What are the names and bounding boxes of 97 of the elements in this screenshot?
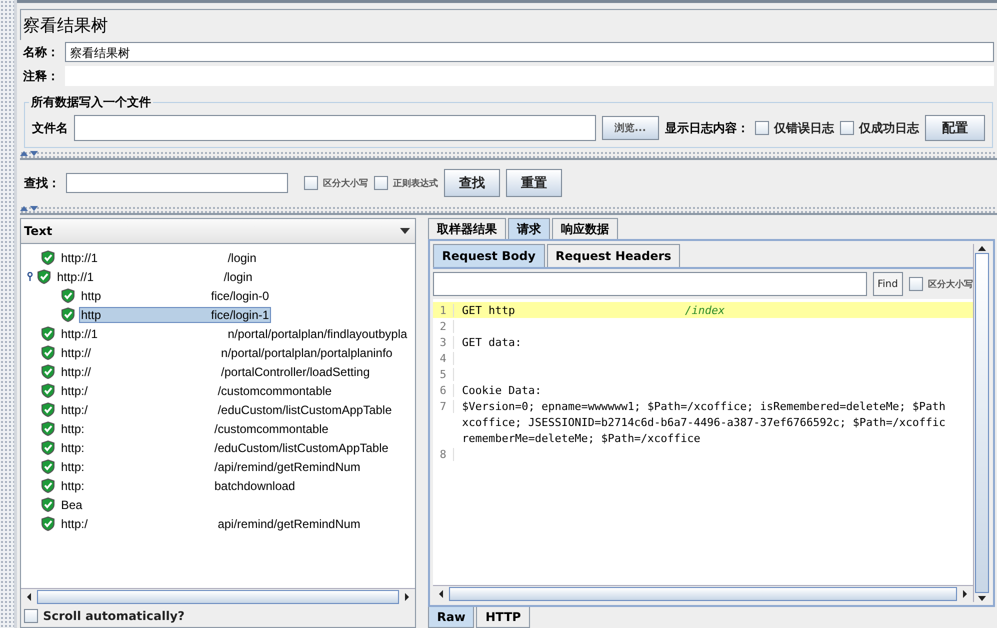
code-text: xcoffice; JSESSIONID=b2714c6d-b6a7-4496-a387-37ef6766592c; $Path=/xcoffic (462, 416, 946, 428)
tab[interactable]: HTTP (476, 607, 530, 628)
horizontal-scrollbar[interactable] (21, 588, 415, 605)
line-number: 3 (433, 336, 454, 348)
field-label: 注释： (23, 68, 59, 84)
checkbox[interactable] (840, 121, 854, 135)
field-label: 查找： (24, 174, 60, 192)
shield-check-icon (41, 497, 55, 512)
checkbox[interactable] (374, 176, 388, 190)
dropdown-caret-icon (400, 228, 410, 234)
arrow-right-icon[interactable] (403, 592, 411, 602)
vertical-scrollbar[interactable] (973, 244, 990, 602)
splitter-bar[interactable] (20, 206, 997, 215)
checkbox-label: Scroll automatically? (43, 609, 185, 623)
shield-check-icon (37, 269, 51, 284)
arrow-left-icon[interactable] (25, 592, 33, 602)
shield-check-icon (41, 402, 55, 417)
line-number: 8 (433, 448, 454, 460)
code-text: /index (684, 304, 725, 316)
code-text: GET data: (462, 336, 522, 348)
field-label: 名称： (23, 44, 59, 60)
tree-node[interactable]: http://1 n/portal/portalplan/findlayoutbypla (59, 326, 410, 342)
arrow-down-icon[interactable] (977, 593, 987, 602)
tree-node[interactable]: http: /api/remind/getRemindNum (59, 458, 362, 474)
shield-check-icon (41, 250, 55, 265)
shield-check-icon (41, 383, 55, 398)
filename-field[interactable] (74, 115, 596, 141)
code-text: GET http (462, 304, 515, 316)
tab[interactable]: 响应数据 (552, 218, 618, 239)
tree-node[interactable]: http://1 /login (59, 250, 258, 266)
checkbox[interactable] (755, 121, 769, 135)
line-number: 4 (433, 352, 454, 364)
arrow-up-icon[interactable] (977, 244, 987, 253)
checkbox-label: 区分大小写 (928, 278, 973, 290)
tree-node[interactable]: http: batchdownload (59, 478, 298, 494)
shield-check-icon (41, 364, 55, 379)
name-field[interactable]: 察看结果树 (65, 42, 994, 62)
shield-check-icon (41, 326, 55, 341)
tab[interactable]: Request Body (433, 244, 545, 267)
tree-node[interactable]: http fice/login-1 (79, 306, 272, 322)
checkbox-label: 区分大小写 (323, 177, 368, 190)
shield-check-icon (61, 288, 75, 303)
tree-node[interactable]: http fice/login-0 (79, 288, 272, 304)
tree-node[interactable]: http:/ api/remind/getRemindNum (59, 516, 362, 532)
shield-check-icon (41, 440, 55, 455)
code-text: $Version=0; epname=wwwwww1; $Path=/xcoffice; isRemembered=deleteMe; $Path (462, 400, 946, 412)
line-number: 2 (433, 320, 454, 332)
shield-check-icon (41, 421, 55, 436)
field-label: 文件名 (32, 120, 68, 136)
line-number: 1 (433, 304, 454, 316)
search-button[interactable]: 查找 (444, 169, 500, 197)
splitter-strip[interactable] (0, 0, 17, 628)
tree-node[interactable]: http:/ /eduCustom/listCustomAppTable (59, 402, 394, 418)
collapse-arrows-icon[interactable] (20, 206, 38, 211)
checkbox-label: 仅错误日志 (774, 120, 834, 136)
tree-node[interactable]: http: /eduCustom/listCustomAppTable (59, 440, 390, 456)
find-field[interactable] (433, 272, 866, 296)
line-number: 7 (433, 400, 454, 412)
tree-node[interactable]: http:// n/portal/portalplan/portalplaninfo (59, 344, 394, 360)
checkbox[interactable] (304, 176, 318, 190)
tree-node[interactable]: http:// /portalController/loadSetting (59, 364, 372, 380)
line-number: 6 (433, 384, 454, 396)
tree-node[interactable]: http:/ /customcommontable (59, 382, 334, 398)
shield-check-icon (41, 478, 55, 493)
browse-button[interactable]: 浏览... (602, 116, 659, 140)
horizontal-scrollbar[interactable] (433, 585, 973, 602)
tab[interactable]: 请求 (508, 218, 550, 239)
shield-check-icon (41, 459, 55, 474)
log-label: 显示日志内容： (665, 120, 749, 136)
shield-check-icon (41, 345, 55, 360)
tree-node[interactable]: http: /customcommontable (59, 420, 330, 436)
tab[interactable]: Request Headers (546, 244, 680, 267)
tab[interactable]: Raw (428, 607, 474, 628)
checkbox-label: 仅成功日志 (859, 120, 919, 136)
checkbox[interactable] (909, 277, 923, 291)
shield-check-icon (41, 516, 55, 531)
collapse-arrows-icon[interactable] (20, 151, 38, 156)
group-title: 所有数据写入一个文件 (30, 94, 152, 111)
line-number: 5 (433, 368, 454, 380)
checkbox[interactable] (24, 609, 38, 623)
reset-button[interactable]: 重置 (506, 169, 562, 197)
arrow-left-icon[interactable] (437, 589, 445, 599)
tree-node[interactable]: http://1 /login (55, 268, 254, 284)
expand-toggle-icon[interactable] (27, 272, 33, 281)
shield-check-icon (61, 307, 75, 322)
tab[interactable]: 取样器结果 (428, 218, 506, 239)
find-button[interactable]: Find (872, 272, 903, 296)
config-button[interactable]: 配置 (925, 115, 985, 141)
checkbox-label: 正则表达式 (393, 177, 438, 190)
search-field[interactable] (66, 173, 288, 193)
tree-node[interactable]: Bea (59, 496, 84, 512)
arrow-right-icon[interactable] (961, 589, 969, 599)
splitter-bar[interactable] (20, 151, 997, 160)
code-text: rememberMe=deleteMe; $Path=/xcoffice (462, 432, 700, 444)
renderer-dropdown[interactable]: Text (21, 219, 415, 244)
panel-title: 察看结果树 (20, 9, 997, 40)
code-text: Cookie Data: (462, 384, 542, 396)
